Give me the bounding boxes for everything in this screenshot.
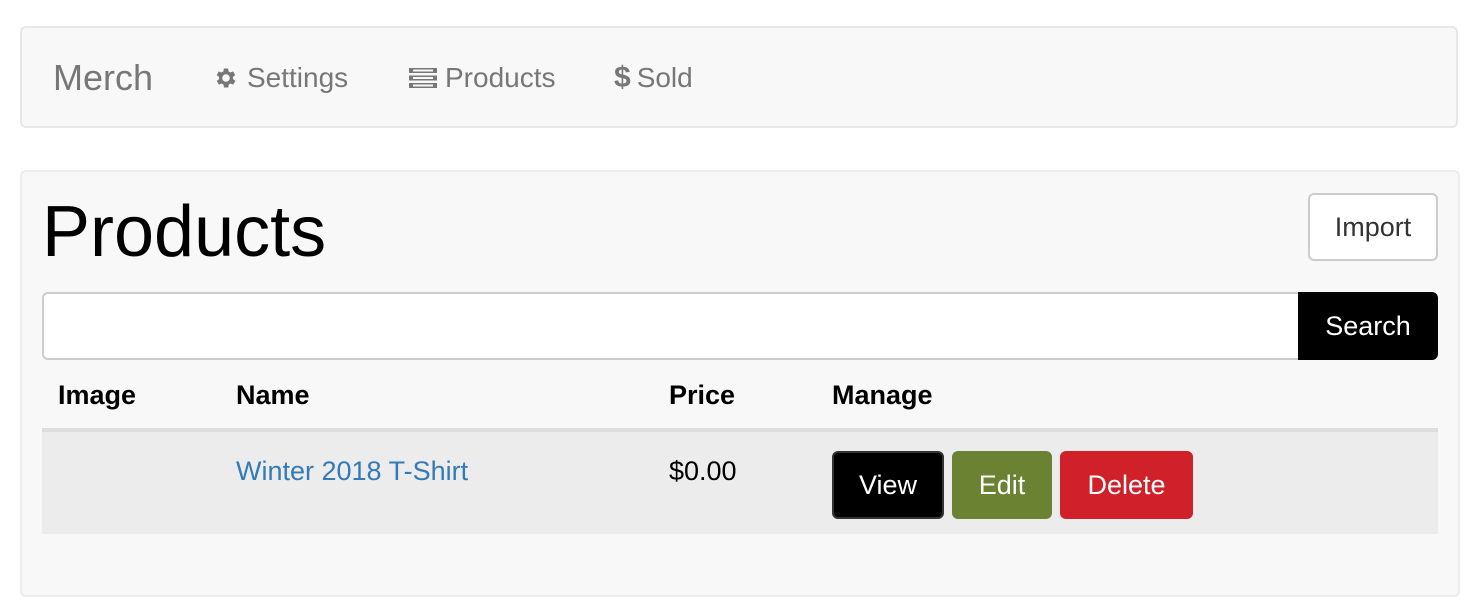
product-price: $0.00 — [669, 456, 737, 486]
column-header-price: Price — [669, 380, 736, 410]
products-panel: Products Import Search Image Name Price … — [20, 170, 1460, 597]
table-header: Image Name Price Manage — [42, 362, 1438, 432]
product-name-link[interactable]: Winter 2018 T-Shirt — [236, 456, 468, 487]
column-header-name: Name — [236, 380, 310, 410]
search-input[interactable] — [42, 292, 1298, 360]
nav-item-label: Sold — [636, 62, 693, 93]
dollar-icon: $ — [614, 61, 631, 94]
import-button[interactable]: Import — [1308, 193, 1438, 261]
delete-button[interactable]: Delete — [1060, 451, 1193, 519]
search-button[interactable]: Search — [1298, 292, 1438, 360]
nav-item-label: Settings — [247, 62, 349, 93]
view-button[interactable]: View — [832, 451, 944, 519]
column-header-manage: Manage — [832, 380, 933, 410]
edit-button[interactable]: Edit — [952, 451, 1052, 519]
nav-item-sold[interactable]: $ Sold — [614, 61, 693, 94]
nav-item-label: Products — [445, 62, 556, 93]
gear-icon — [213, 65, 239, 91]
list-icon — [409, 67, 437, 89]
brand[interactable]: Merch — [53, 58, 153, 98]
table-row: Winter 2018 T-Shirt $0.00 View Edit Dele… — [42, 432, 1438, 534]
page-title: Products — [42, 192, 327, 272]
column-header-image: Image — [58, 380, 137, 410]
nav-item-settings[interactable]: Settings — [213, 62, 348, 94]
nav-item-products[interactable]: Products — [409, 62, 556, 94]
navbar: Merch Settings Products $ Sold — [20, 26, 1458, 128]
